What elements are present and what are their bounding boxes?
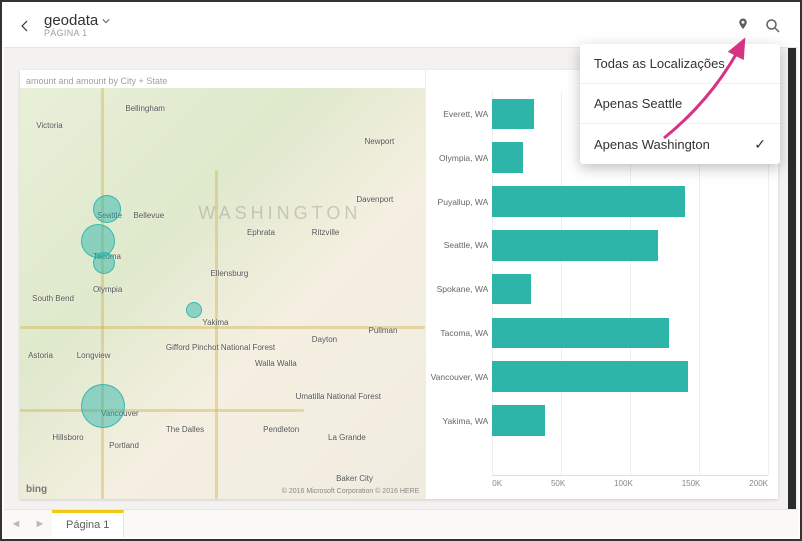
filter-option-label: Apenas Seattle [594, 96, 682, 111]
filter-option-seattle[interactable]: Apenas Seattle [580, 84, 780, 124]
map-city-label: Ellensburg [210, 269, 248, 278]
bar-fill[interactable] [492, 361, 688, 392]
bar-track [492, 230, 768, 261]
map-city-label: Portland [109, 441, 139, 450]
bar-row: Tacoma, WA [430, 311, 768, 355]
map-city-label: Hillsboro [52, 433, 83, 442]
state-watermark: WASHINGTON [198, 203, 361, 224]
map-city-label: Umatilla National Forest [296, 392, 381, 401]
x-axis: 0K 50K 100K 150K 200K [492, 475, 768, 491]
bar-track [492, 318, 768, 349]
map-visual[interactable]: amount and amount by City + State WASHIN… [20, 70, 426, 499]
map-city-label: Gifford Pinchot National Forest [166, 343, 275, 352]
map-city-label: Newport [364, 137, 394, 146]
bar-category-label: Vancouver, WA [430, 372, 492, 382]
map-city-label: Longview [77, 351, 111, 360]
filter-option-all[interactable]: Todas as Localizações [580, 44, 780, 84]
bar-fill[interactable] [492, 230, 657, 261]
location-filter-dropdown: Todas as Localizações Apenas Seattle Ape… [580, 44, 780, 164]
bar-category-label: Everett, WA [430, 109, 492, 119]
map-bubble[interactable] [186, 302, 202, 318]
bar-fill[interactable] [492, 186, 685, 217]
title-block[interactable]: geodata PÁGINA 1 [44, 13, 110, 38]
bar-row: Puyallup, WA [430, 180, 768, 224]
map-attribution: © 2016 Microsoft Corporation © 2016 HERE [282, 488, 420, 495]
map-city-label: Astoria [28, 351, 53, 360]
bar-category-label: Tacoma, WA [430, 328, 492, 338]
search-button[interactable] [758, 11, 788, 41]
check-icon: ✓ [754, 136, 766, 153]
bar-category-label: Puyallup, WA [430, 197, 492, 207]
bar-fill[interactable] [492, 318, 668, 349]
x-tick: 200K [749, 479, 768, 491]
map-city-label: Ephrata [247, 228, 275, 237]
map-city-label: Dayton [312, 335, 337, 344]
map-background: WASHINGTON Bellingham Victoria Seattle B… [20, 88, 425, 499]
tab-page-1[interactable]: Página 1 [52, 510, 124, 537]
bar-row: Seattle, WA [430, 223, 768, 267]
bar-category-label: Seattle, WA [430, 240, 492, 250]
bar-track [492, 361, 768, 392]
x-tick: 150K [682, 479, 701, 491]
tab-prev-button[interactable]: ◄ [4, 510, 28, 537]
map-city-label: The Dalles [166, 425, 204, 434]
bar-fill[interactable] [492, 405, 544, 436]
filter-option-label: Todas as Localizações [594, 56, 725, 71]
bar-fill[interactable] [492, 274, 531, 305]
filter-menu-button[interactable] [728, 11, 758, 41]
bar-row: Yakima, WA [430, 399, 768, 443]
report-title: geodata [44, 13, 98, 29]
filter-option-washington[interactable]: Apenas Washington ✓ [580, 124, 780, 164]
page-subtitle: PÁGINA 1 [44, 29, 110, 38]
x-tick: 50K [551, 479, 565, 491]
map-city-label: Olympia [93, 285, 122, 294]
map-city-label: Pullman [369, 326, 398, 335]
map-city-label: La Grande [328, 433, 366, 442]
app-root: geodata PÁGINA 1 amount and amount by Ci… [4, 4, 798, 537]
map-city-label: South Bend [32, 294, 74, 303]
bar-fill[interactable] [492, 99, 533, 130]
filter-option-label: Apenas Washington [594, 137, 710, 152]
map-city-label: Davenport [356, 195, 393, 204]
back-button[interactable] [14, 15, 36, 37]
map-city-label: Ritzville [312, 228, 340, 237]
page-tabs: ◄ ► Página 1 [4, 509, 798, 537]
bar-row: Spokane, WA [430, 267, 768, 311]
header-bar: geodata PÁGINA 1 [4, 4, 798, 48]
tab-next-button[interactable]: ► [28, 510, 52, 537]
x-tick: 0K [492, 479, 502, 491]
map-city-label: Pendleton [263, 425, 299, 434]
bar-category-label: Spokane, WA [430, 284, 492, 294]
map-bubble[interactable] [81, 384, 125, 428]
x-tick: 100K [614, 479, 633, 491]
bar-category-label: Yakima, WA [430, 416, 492, 426]
bar-row: Vancouver, WA [430, 355, 768, 399]
vertical-scrollbar[interactable] [788, 48, 796, 509]
chevron-down-icon [102, 17, 110, 25]
pin-person-icon [734, 17, 752, 35]
search-icon [764, 17, 782, 35]
map-city-label: Victoria [36, 121, 63, 130]
map-bubble[interactable] [93, 252, 115, 274]
map-provider-logo: bing [26, 484, 47, 495]
map-bubble[interactable] [93, 195, 121, 223]
bar-track [492, 186, 768, 217]
bar-track [492, 405, 768, 436]
map-city-label: Yakima [202, 318, 228, 327]
bar-category-label: Olympia, WA [430, 153, 492, 163]
bar-track [492, 274, 768, 305]
map-city-label: Baker City [336, 474, 373, 483]
bar-fill[interactable] [492, 142, 522, 173]
chevron-left-icon [18, 19, 32, 33]
map-city-label: Bellevue [133, 211, 164, 220]
map-city-label: Walla Walla [255, 359, 297, 368]
map-visual-title: amount and amount by City + State [26, 76, 167, 86]
map-city-label: Bellingham [125, 104, 165, 113]
